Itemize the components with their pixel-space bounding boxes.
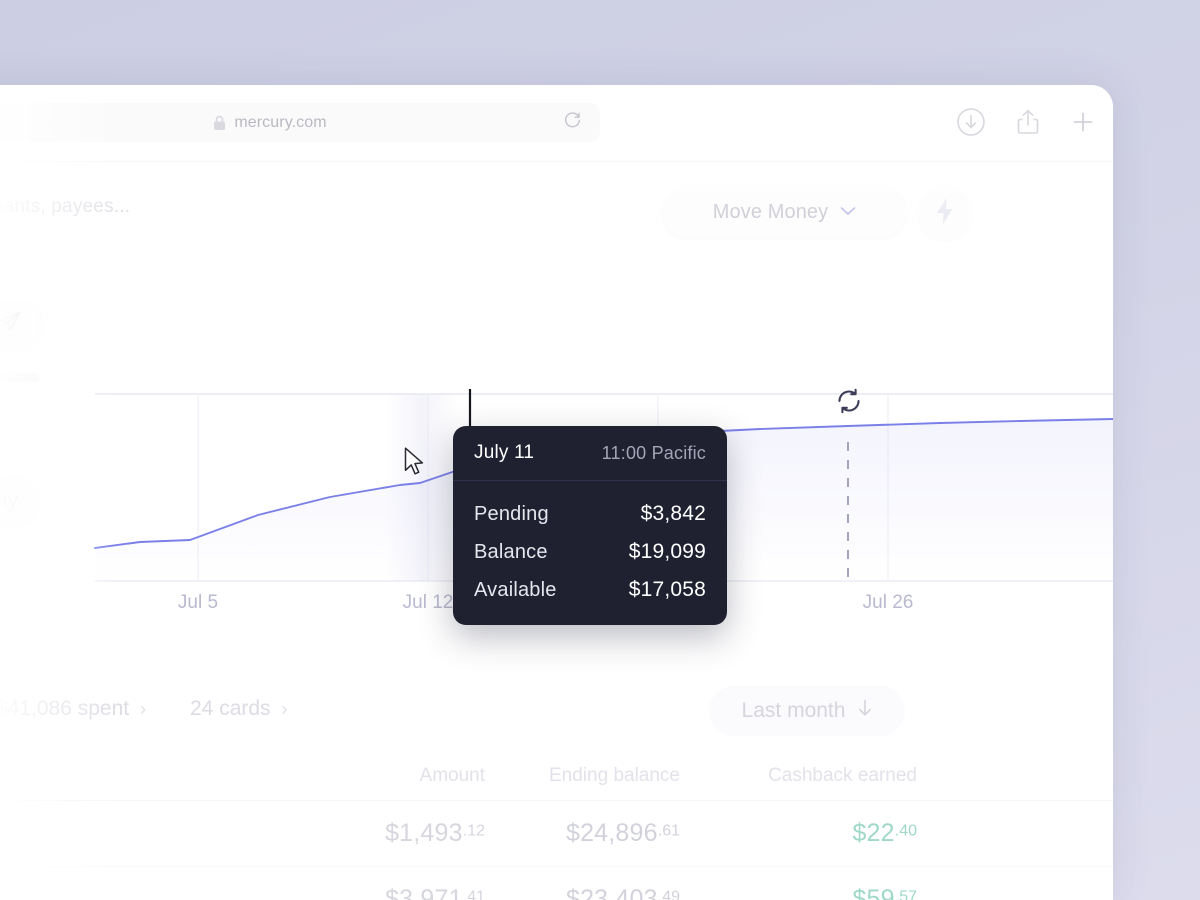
tooltip-row-pending: Pending $3,842 (474, 495, 706, 533)
tooltip-row-balance: Balance $19,099 (474, 533, 706, 571)
table-row[interactable]: $1,493.12 $24,896.61 $22.40 (0, 801, 1113, 867)
period-label: Last month (741, 699, 846, 722)
tooltip-value: $19,099 (628, 540, 706, 563)
filter-cards-label: 24 cards (190, 697, 271, 720)
url-text: mercury.com (234, 113, 327, 131)
chevron-down-icon (840, 203, 856, 221)
tooltip-time: 11:00 Pacific (601, 442, 706, 463)
reload-icon[interactable] (563, 111, 582, 135)
period-selector[interactable]: Last month (709, 686, 905, 736)
share-icon[interactable] (1013, 107, 1043, 142)
column-header-cashback: Cashback earned (768, 765, 917, 786)
chevron-right-icon: › (140, 698, 147, 719)
column-header-ending-balance: Ending balance (549, 765, 680, 786)
tooltip-label: Balance (474, 540, 548, 563)
move-money-button[interactable]: Move Money (662, 186, 907, 238)
filter-row: back › $41,086 spent › 24 cards › Last m… (0, 683, 1113, 747)
app-header: ccounts, merchants, payees... Move Money (0, 162, 1113, 252)
chevron-right-icon: › (281, 698, 288, 719)
table-row[interactable]: $3,971.41 $23,403.49 $59.57 (0, 867, 1113, 900)
lightning-bolt-icon (934, 197, 956, 230)
filter-spent-label: $41,086 spent (0, 697, 130, 720)
tooltip-header: July 11 11:00 Pacific (453, 426, 727, 481)
tooltip-label: Available (474, 578, 557, 601)
xtick-jul26: Jul 26 (862, 592, 914, 613)
quick-action-button[interactable] (918, 186, 972, 240)
cell-cashback: $22.40 (852, 819, 917, 847)
move-money-label: Move Money (712, 200, 829, 223)
tooltip-value: $3,842 (640, 502, 706, 525)
refresh-icon[interactable] (836, 388, 862, 414)
cell-cashback: $59.57 (852, 885, 917, 900)
cell-amount: $1,493.12 (385, 819, 485, 847)
tooltip-date: July 11 (474, 442, 535, 463)
plus-icon[interactable] (1068, 107, 1098, 142)
tooltip-rows: Pending $3,842 Balance $19,099 Available… (453, 481, 727, 609)
xtick-jul5: Jul 5 (177, 592, 219, 613)
column-header-amount: Amount (419, 765, 485, 786)
browser-toolbar: mercury.com (0, 85, 1113, 162)
global-search-input[interactable]: ccounts, merchants, payees... (0, 196, 130, 218)
cell-ending-balance: $24,896.61 (565, 819, 680, 847)
browser-window: mercury.com ants, payees... Move Money a… (0, 85, 1113, 900)
cell-amount: $3,971.41 (385, 885, 485, 900)
filter-spent[interactable]: $41,086 spent › (0, 697, 146, 721)
filter-cards[interactable]: 24 cards › (190, 697, 288, 721)
tooltip-row-available: Available $17,058 (474, 571, 706, 609)
chart-tooltip: July 11 11:00 Pacific Pending $3,842 Bal… (453, 426, 727, 625)
arrow-down-icon (858, 699, 872, 723)
download-icon[interactable] (956, 107, 986, 142)
cell-ending-balance: $23,403.49 (565, 885, 680, 900)
tooltip-label: Pending (474, 502, 549, 525)
tooltip-value: $17,058 (628, 578, 706, 601)
transactions-table: Amount Ending balance Cashback earned $1… (0, 749, 1113, 900)
xtick-jul12: Jul 12 (402, 592, 454, 613)
lock-icon (213, 115, 226, 131)
table-header-row: Amount Ending balance Cashback earned (0, 749, 1113, 801)
address-bar[interactable]: mercury.com (0, 103, 600, 142)
